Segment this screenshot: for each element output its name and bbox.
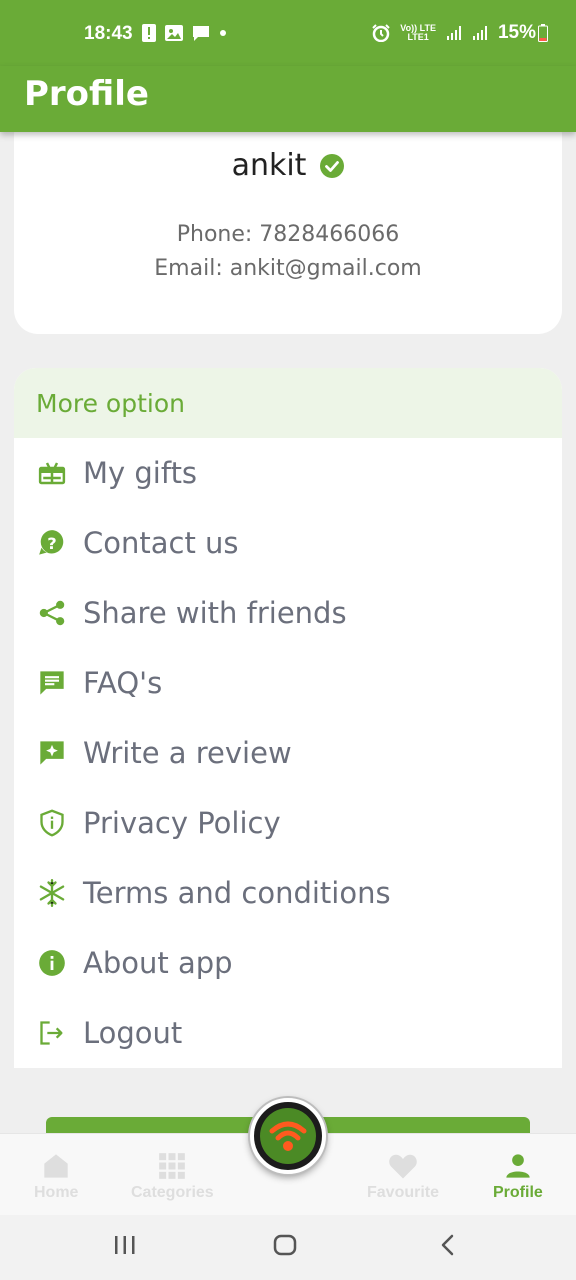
home-icon <box>44 1154 68 1178</box>
back-icon[interactable] <box>436 1233 460 1257</box>
status-right: Vo)) LTE LTE1 15% <box>372 22 548 44</box>
page-title: Profile <box>24 74 149 114</box>
svg-text:?: ? <box>47 534 56 553</box>
network-type: Vo)) LTE LTE1 <box>400 24 436 42</box>
nav-home[interactable]: Home <box>34 1152 78 1202</box>
center-fab-button[interactable] <box>250 1098 326 1174</box>
profile-name-row: ankit <box>14 148 562 183</box>
profile-name: ankit <box>231 148 307 183</box>
option-my-gifts[interactable]: My gifts <box>14 438 562 508</box>
profile-contact-info: Phone: 7828466066 Email: ankit@gmail.com <box>14 218 562 286</box>
app-bar: Profile <box>0 66 576 132</box>
signal-icon <box>446 26 461 40</box>
option-label: About app <box>83 946 233 980</box>
home-button-icon[interactable] <box>273 1233 297 1257</box>
snowflake-icon <box>36 877 68 909</box>
profile-phone: Phone: 7828466066 <box>176 222 400 247</box>
share-icon <box>36 597 68 629</box>
profile-email: Email: ankit@gmail.com <box>154 256 422 281</box>
verified-check-icon <box>320 153 345 178</box>
notification-icons <box>142 24 227 42</box>
option-label: Write a review <box>83 736 292 770</box>
grid-icon <box>159 1153 186 1179</box>
profile-card: ankit Phone: 7828466066 Email: ankit@gma… <box>14 110 562 334</box>
signal-icon-2 <box>472 26 487 40</box>
heart-icon <box>389 1154 417 1179</box>
option-write-review[interactable]: Write a review <box>14 718 562 788</box>
system-nav-bar <box>0 1215 576 1280</box>
option-faq[interactable]: FAQ's <box>14 648 562 718</box>
battery-icon <box>538 24 548 42</box>
review-icon <box>36 737 68 769</box>
nav-profile-label: Profile <box>493 1184 543 1201</box>
image-icon <box>165 25 183 41</box>
more-options-card: More option My gifts ? Contact us Share … <box>14 368 562 1068</box>
wifi-icon <box>269 1121 307 1151</box>
help-circle-icon: ? <box>36 527 68 559</box>
info-icon <box>36 947 68 979</box>
nav-favourite-label: Favourite <box>367 1184 440 1201</box>
nav-favourite[interactable]: Favourite <box>367 1152 439 1202</box>
alarm-icon <box>372 24 391 42</box>
fab-inner <box>260 1108 316 1164</box>
option-contact-us[interactable]: ? Contact us <box>14 508 562 578</box>
option-share[interactable]: Share with friends <box>14 578 562 648</box>
recent-apps-icon[interactable] <box>113 1233 137 1257</box>
alert-icon <box>142 24 156 42</box>
option-terms[interactable]: Terms and conditions <box>14 858 562 928</box>
battery-text: 15% <box>497 22 536 43</box>
logout-icon <box>36 1017 68 1049</box>
chat-icon <box>36 667 68 699</box>
nav-categories-label: Categories <box>131 1184 214 1201</box>
option-label: Privacy Policy <box>83 806 281 840</box>
status-bar: 18:43 Vo)) LTE LTE1 15% <box>0 0 576 66</box>
option-privacy-policy[interactable]: Privacy Policy <box>14 788 562 858</box>
gift-icon <box>36 457 68 489</box>
status-time: 18:43 <box>84 23 133 44</box>
nav-categories[interactable]: Categories <box>131 1152 214 1202</box>
more-options-header: More option <box>14 368 562 438</box>
shield-icon <box>36 807 68 839</box>
message-icon <box>193 25 209 41</box>
option-about-app[interactable]: About app <box>14 928 562 998</box>
option-label: Terms and conditions <box>83 876 391 910</box>
option-label: Share with friends <box>83 596 347 630</box>
more-options-title: More option <box>36 388 185 418</box>
option-logout[interactable]: Logout <box>14 998 562 1068</box>
option-label: My gifts <box>83 456 198 490</box>
person-icon <box>506 1154 530 1178</box>
network-bottom-label: LTE1 <box>407 32 429 42</box>
option-label: Contact us <box>83 526 239 560</box>
option-label: Logout <box>83 1016 183 1050</box>
nav-home-label: Home <box>34 1184 79 1201</box>
option-label: FAQ's <box>83 666 163 700</box>
nav-profile[interactable]: Profile <box>493 1152 543 1202</box>
dot-icon <box>220 30 226 36</box>
